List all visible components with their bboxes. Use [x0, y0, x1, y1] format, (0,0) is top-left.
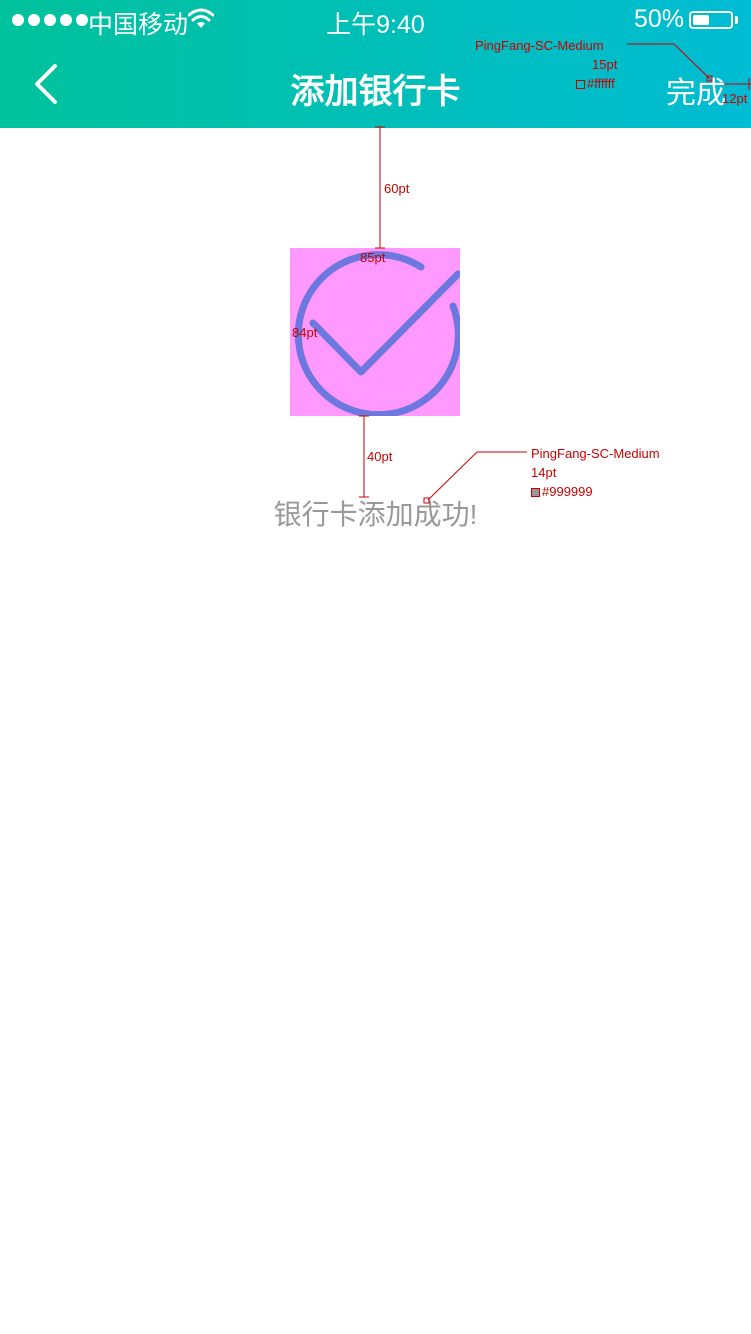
- done-button[interactable]: 完成: [666, 68, 726, 112]
- success-message: 银行卡添加成功!: [273, 499, 478, 530]
- annotation-icon-bottom-gap: 40pt: [367, 449, 393, 464]
- annotation-icon-top-gap: 60pt: [384, 181, 410, 196]
- nav-header: 中国移动 上午9:40 50% 添加银行卡 完成: [0, 0, 751, 128]
- check-circle-icon: [290, 248, 462, 419]
- annotation-message-font: PingFang-SC-Medium: [531, 446, 660, 461]
- annotation-message-size: 14pt: [531, 465, 557, 480]
- success-icon-container: [290, 248, 462, 419]
- battery-tip: [735, 16, 738, 24]
- battery-icon: [689, 11, 733, 29]
- design-annotations: PingFang-SC-Medium 15pt #ffffff 12pt 60p…: [0, 0, 751, 1334]
- page-title: 添加银行卡: [290, 73, 461, 111]
- annotation-lines: [359, 43, 751, 504]
- battery-percent: 50%: [634, 5, 685, 33]
- status-bar: 中国移动 上午9:40 50%: [0, 0, 751, 40]
